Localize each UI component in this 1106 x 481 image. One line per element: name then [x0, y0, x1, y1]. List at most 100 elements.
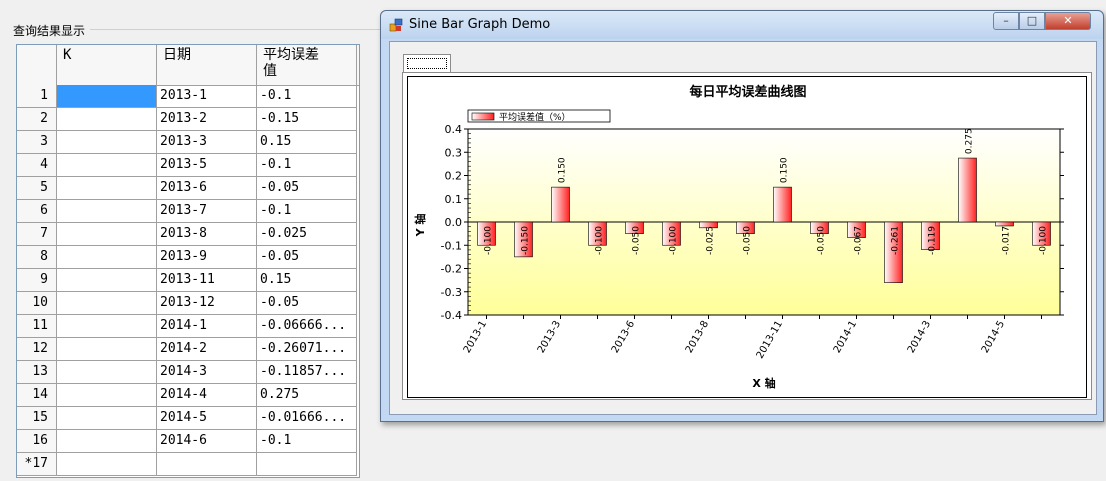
table-row[interactable]: 2 2013-2 -0.15 — [17, 108, 359, 131]
cell-k[interactable] — [57, 269, 157, 292]
table-row[interactable]: *17 — [17, 453, 359, 476]
table-row[interactable]: 6 2013-7 -0.1 — [17, 200, 359, 223]
cell-k[interactable] — [57, 246, 157, 269]
cell-date[interactable]: 2013-6 — [157, 177, 257, 200]
row-header[interactable]: 4 — [17, 154, 57, 177]
cell-date[interactable]: 2013-1 — [157, 85, 257, 108]
minimize-button[interactable]: – — [993, 12, 1019, 30]
cell-value[interactable]: -0.11857... — [257, 361, 357, 384]
cell-date[interactable]: 2014-2 — [157, 338, 257, 361]
cell-date[interactable]: 2013-2 — [157, 108, 257, 131]
cell-k[interactable] — [57, 430, 157, 453]
cell-date[interactable]: 2013-8 — [157, 223, 257, 246]
row-header[interactable]: 12 — [17, 338, 57, 361]
cell-date[interactable]: 2014-5 — [157, 407, 257, 430]
results-grid[interactable]: K 日期 平均误差 值 1 2013-1 -0.1 2 2013-2 -0.15 3 2013… — [16, 44, 360, 478]
bar-data-label: -0.067 — [854, 226, 864, 255]
row-header[interactable]: 3 — [17, 131, 57, 154]
cell-date[interactable]: 2014-3 — [157, 361, 257, 384]
column-header-date[interactable]: 日期 — [157, 45, 257, 85]
row-header[interactable]: 10 — [17, 292, 57, 315]
cell-k[interactable] — [57, 223, 157, 246]
cell-date[interactable]: 2013-11 — [157, 269, 257, 292]
row-header[interactable]: 14 — [17, 384, 57, 407]
table-row[interactable]: 4 2013-5 -0.1 — [17, 154, 359, 177]
cell-k[interactable] — [57, 154, 157, 177]
cell-k[interactable] — [57, 453, 157, 476]
row-header[interactable]: 16 — [17, 430, 57, 453]
table-row[interactable]: 10 2013-12 -0.05 — [17, 292, 359, 315]
cell-value[interactable]: 0.15 — [257, 269, 357, 292]
row-header[interactable]: 5 — [17, 177, 57, 200]
cell-date[interactable]: 2013-12 — [157, 292, 257, 315]
cell-k[interactable] — [57, 200, 157, 223]
legend-swatch — [471, 112, 495, 121]
cell-date[interactable]: 2014-6 — [157, 430, 257, 453]
row-header[interactable]: 13 — [17, 361, 57, 384]
cell-k[interactable] — [57, 108, 157, 131]
tab-chart[interactable] — [403, 54, 451, 73]
chart-window[interactable]: Sine Bar Graph Demo – □ ✕ 每日平均误差曲线图 0.4 … — [380, 10, 1104, 422]
row-header[interactable]: 6 — [17, 200, 57, 223]
cell-date[interactable]: 2013-5 — [157, 154, 257, 177]
cell-value[interactable]: -0.1 — [257, 200, 357, 223]
cell-value[interactable]: -0.06666... — [257, 315, 357, 338]
cell-value[interactable] — [257, 453, 357, 476]
bar-data-label: -0.150 — [521, 226, 531, 255]
table-row[interactable]: 7 2013-8 -0.025 — [17, 223, 359, 246]
maximize-button[interactable]: □ — [1019, 12, 1045, 30]
cell-k[interactable] — [57, 361, 157, 384]
window-title: Sine Bar Graph Demo — [409, 17, 551, 32]
cell-k[interactable] — [57, 131, 157, 154]
cell-value[interactable]: 0.15 — [257, 131, 357, 154]
cell-date[interactable]: 2013-9 — [157, 246, 257, 269]
column-header-avg-error[interactable]: 平均误差 值 — [257, 45, 357, 85]
table-row[interactable]: 3 2013-3 0.15 — [17, 131, 359, 154]
table-row[interactable]: 5 2013-6 -0.05 — [17, 177, 359, 200]
cell-value[interactable]: -0.1 — [257, 430, 357, 453]
table-row[interactable]: 9 2013-11 0.15 — [17, 269, 359, 292]
table-row[interactable]: 15 2014-5 -0.01666... — [17, 407, 359, 430]
row-header[interactable]: 1 — [17, 85, 57, 108]
table-row[interactable]: 12 2014-2 -0.26071... — [17, 338, 359, 361]
cell-value[interactable]: -0.15 — [257, 108, 357, 131]
cell-date[interactable]: 2014-1 — [157, 315, 257, 338]
cell-value[interactable]: -0.025 — [257, 223, 357, 246]
cell-k[interactable] — [57, 338, 157, 361]
row-header[interactable]: 11 — [17, 315, 57, 338]
cell-value[interactable]: -0.26071... — [257, 338, 357, 361]
cell-k[interactable] — [57, 384, 157, 407]
column-header-k[interactable]: K — [57, 45, 157, 85]
row-header[interactable]: 7 — [17, 223, 57, 246]
cell-value[interactable]: -0.1 — [257, 85, 357, 108]
cell-k[interactable] — [57, 85, 157, 108]
row-header[interactable]: 15 — [17, 407, 57, 430]
cell-k[interactable] — [57, 315, 157, 338]
table-row[interactable]: 13 2014-3 -0.11857... — [17, 361, 359, 384]
cell-date[interactable]: 2013-7 — [157, 200, 257, 223]
cell-k[interactable] — [57, 292, 157, 315]
row-header[interactable]: 8 — [17, 246, 57, 269]
cell-value[interactable]: -0.1 — [257, 154, 357, 177]
title-bar[interactable]: Sine Bar Graph Demo – □ ✕ — [381, 11, 1103, 39]
table-row[interactable]: 11 2014-1 -0.06666... — [17, 315, 359, 338]
table-row[interactable]: 14 2014-4 0.275 — [17, 384, 359, 407]
cell-date[interactable]: 2014-4 — [157, 384, 257, 407]
cell-value[interactable]: -0.05 — [257, 246, 357, 269]
table-row[interactable]: 8 2013-9 -0.05 — [17, 246, 359, 269]
cell-date[interactable]: 2013-3 — [157, 131, 257, 154]
row-header[interactable]: 9 — [17, 269, 57, 292]
table-row[interactable]: 16 2014-6 -0.1 — [17, 430, 359, 453]
cell-k[interactable] — [57, 407, 157, 430]
group-divider — [90, 29, 380, 30]
cell-k[interactable] — [57, 177, 157, 200]
cell-value[interactable]: 0.275 — [257, 384, 357, 407]
table-row[interactable]: 1 2013-1 -0.1 — [17, 85, 359, 108]
close-button[interactable]: ✕ — [1045, 12, 1091, 30]
cell-value[interactable]: -0.01666... — [257, 407, 357, 430]
row-header[interactable]: 2 — [17, 108, 57, 131]
row-header[interactable]: *17 — [17, 453, 57, 476]
cell-value[interactable]: -0.05 — [257, 177, 357, 200]
cell-date[interactable] — [157, 453, 257, 476]
cell-value[interactable]: -0.05 — [257, 292, 357, 315]
